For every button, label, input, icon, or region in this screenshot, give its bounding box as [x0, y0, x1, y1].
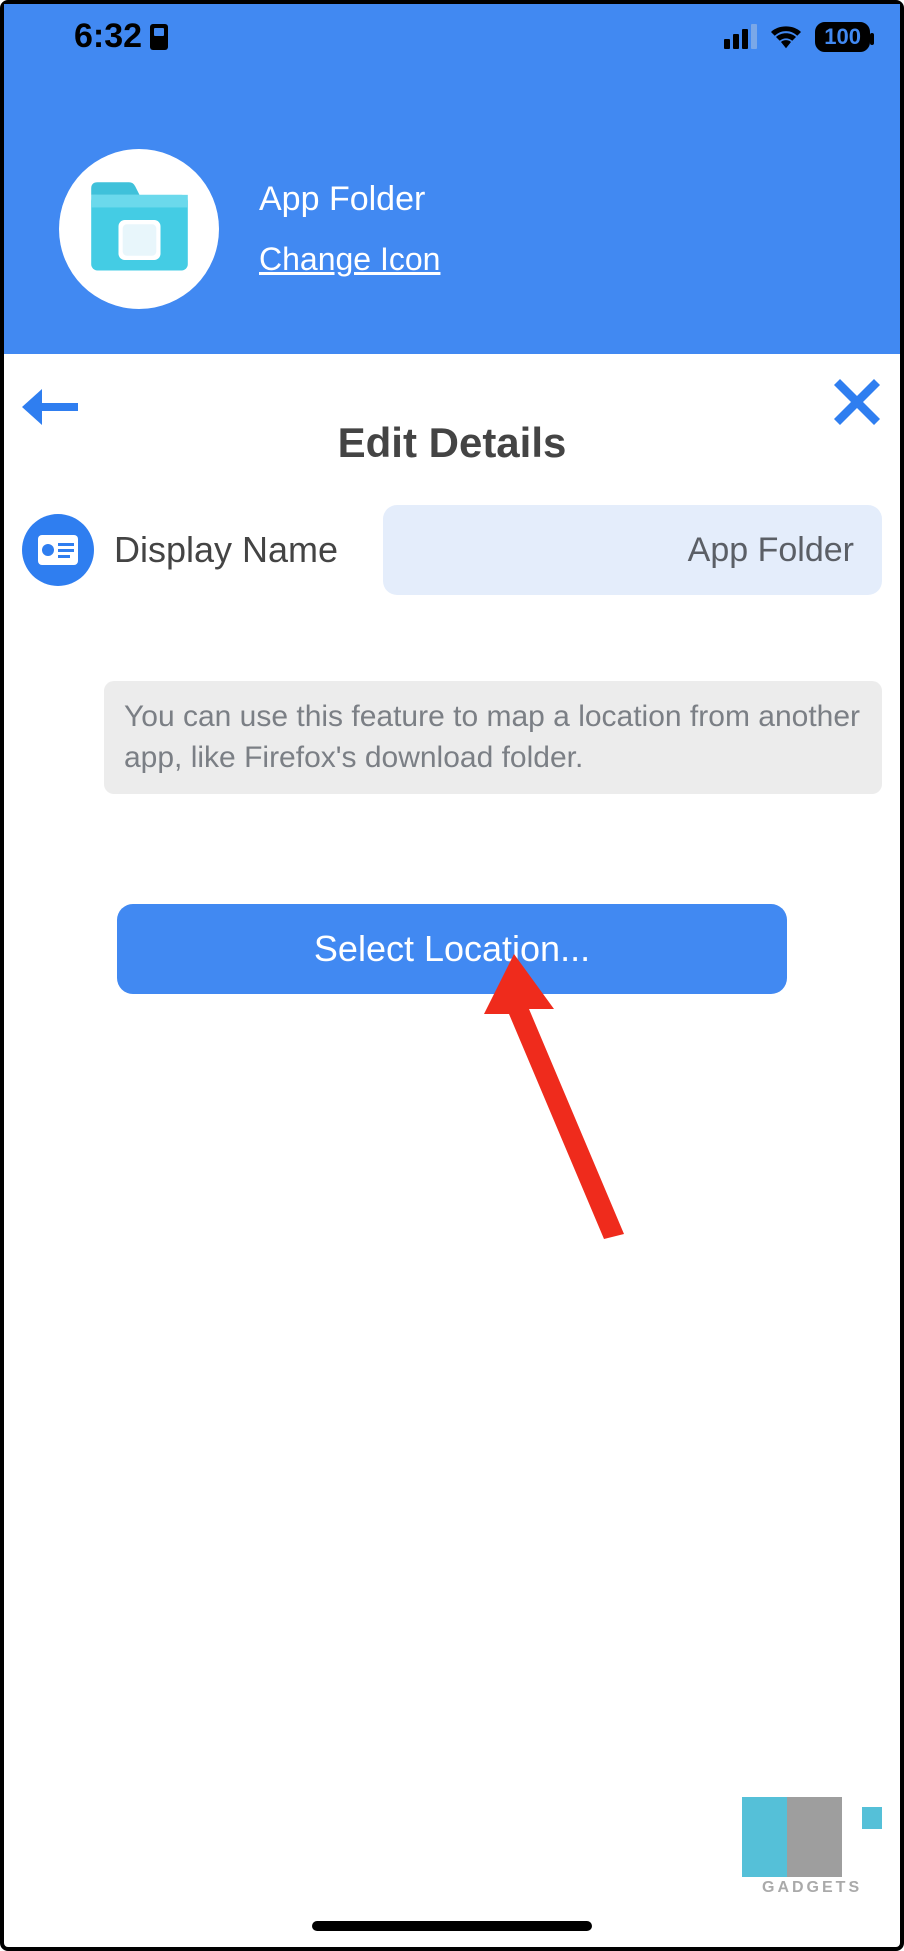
- close-icon[interactable]: [834, 379, 880, 425]
- status-time-text: 6:32: [74, 17, 142, 56]
- display-name-row: Display Name: [4, 489, 900, 611]
- folder-avatar[interactable]: [59, 149, 219, 309]
- battery-icon: 100: [815, 22, 870, 52]
- header-title: App Folder: [259, 180, 440, 219]
- select-location-button[interactable]: Select Location...: [117, 904, 787, 994]
- page-title: Edit Details: [338, 419, 567, 467]
- back-arrow-icon[interactable]: [22, 385, 78, 429]
- display-name-label: Display Name: [114, 529, 363, 571]
- change-icon-link[interactable]: Change Icon: [259, 241, 440, 278]
- header-text: App Folder Change Icon: [259, 180, 440, 278]
- annotation-arrow: [484, 954, 684, 1274]
- status-time: 6:32: [74, 17, 168, 56]
- home-indicator: [312, 1921, 592, 1931]
- sim-icon: [150, 24, 168, 50]
- id-card-icon: [22, 514, 94, 586]
- watermark-text: GADGETS: [762, 1879, 862, 1897]
- display-name-input[interactable]: [383, 505, 882, 595]
- folder-icon: [87, 182, 192, 277]
- toolbar: Edit Details: [4, 359, 900, 489]
- watermark: GADGETS: [742, 1797, 892, 1907]
- header: App Folder Change Icon: [4, 69, 900, 354]
- signal-icon: [724, 25, 757, 49]
- app-frame: 6:32 100 App Folder: [0, 0, 904, 1951]
- status-bar: 6:32 100: [4, 4, 900, 69]
- wifi-icon: [771, 25, 801, 49]
- hint-text: You can use this feature to map a locati…: [104, 681, 882, 794]
- battery-text: 100: [824, 24, 861, 50]
- status-right: 100: [724, 22, 870, 52]
